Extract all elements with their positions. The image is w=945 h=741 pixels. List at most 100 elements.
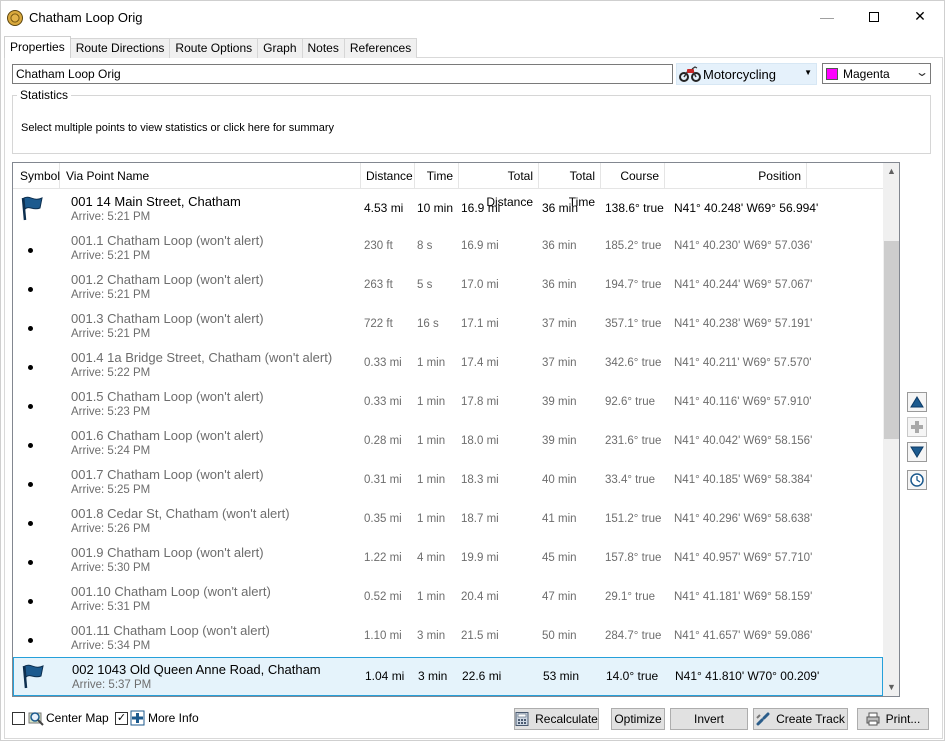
table-row[interactable]: 002 1043 Old Queen Anne Road, Chatham Arr… (13, 657, 883, 696)
color-label: Magenta (843, 66, 890, 81)
create-track-label: Create Track (776, 712, 845, 726)
motorcycle-icon (679, 66, 701, 82)
tab-references[interactable]: References (343, 38, 418, 58)
tab-route-options[interactable]: Route Options (169, 38, 259, 58)
tab-route-directions[interactable]: Route Directions (69, 38, 171, 58)
via-point-dot-icon (28, 638, 33, 643)
tab-properties[interactable]: Properties (4, 36, 71, 58)
column-header-symbol[interactable]: Symbol (13, 163, 60, 189)
print-button[interactable]: Print... (857, 708, 929, 730)
cell-time: 4 min (417, 552, 446, 564)
table-row[interactable]: 001.6 Chatham Loop (won't alert) Arrive: … (13, 424, 883, 463)
cell-position: N41° 41.657' W69° 59.086' (674, 630, 813, 642)
via-point-name: 001.7 Chatham Loop (won't alert) (71, 467, 264, 482)
cell-time: 3 min (417, 630, 446, 642)
column-header-name[interactable]: Via Point Name (60, 163, 361, 189)
column-header-distance[interactable]: Distance (361, 163, 415, 189)
scroll-up-icon[interactable]: ▲ (883, 163, 899, 180)
create-track-button[interactable]: Create Track (753, 708, 848, 730)
cell-time: 8 s (417, 240, 433, 252)
center-map-checkbox[interactable] (12, 712, 25, 725)
printer-icon (866, 712, 880, 726)
recalculate-button[interactable]: Recalculate (514, 708, 599, 730)
via-point-name: 001.3 Chatham Loop (won't alert) (71, 311, 264, 326)
add-icon (911, 421, 923, 433)
cell-course: 157.8° true (605, 552, 662, 564)
window-title: Chatham Loop Orig (29, 10, 143, 25)
invert-label: Invert (693, 712, 724, 726)
time-button[interactable] (907, 470, 927, 490)
close-button[interactable]: ✕ (897, 1, 943, 32)
add-button[interactable] (907, 417, 927, 437)
table-row[interactable]: 001.3 Chatham Loop (won't alert) Arrive: … (13, 307, 883, 346)
arrive-time: Arrive: 5:23 PM (71, 406, 151, 418)
cell-distance: 230 ft (364, 240, 393, 252)
arrive-time: Arrive: 5:21 PM (71, 211, 151, 223)
via-point-dot-icon (28, 599, 33, 604)
via-point-dot-icon (28, 248, 33, 253)
cell-time: 1 min (417, 513, 446, 525)
cell-time: 5 s (417, 279, 433, 291)
arrive-time: Arrive: 5:21 PM (71, 250, 151, 262)
table-row[interactable]: 001.7 Chatham Loop (won't alert) Arrive: … (13, 463, 883, 502)
column-header-total-distance[interactable]: Total Distance (459, 163, 539, 209)
column-header-position[interactable]: Position (665, 163, 807, 189)
cell-total-distance: 16.9 mi (461, 240, 499, 252)
cell-distance: 263 ft (364, 279, 393, 291)
clock-icon (910, 473, 924, 487)
scroll-down-icon[interactable]: ▼ (883, 679, 899, 696)
cell-course: 29.1° true (605, 591, 655, 603)
statistics-summary-link[interactable]: Select multiple points to view statistic… (21, 122, 334, 134)
cell-course: 33.4° true (605, 474, 655, 486)
table-row[interactable]: 001 14 Main Street, Chatham Arrive: 5:21 … (13, 190, 883, 229)
table-row[interactable]: 001.2 Chatham Loop (won't alert) Arrive: … (13, 268, 883, 307)
via-point-dot-icon (28, 443, 33, 448)
cell-total-time: 41 min (542, 513, 577, 525)
color-select[interactable]: Magenta ⌄ (822, 63, 931, 84)
print-label: Print... (885, 712, 921, 726)
cell-course: 138.6° true (605, 201, 664, 215)
cell-distance: 0.31 mi (364, 474, 402, 486)
tab-notes[interactable]: Notes (301, 38, 345, 58)
cell-total-distance: 21.5 mi (461, 630, 499, 642)
cell-time: 1 min (417, 435, 446, 447)
move-down-button[interactable] (907, 442, 927, 462)
minimize-button[interactable]: — (804, 1, 850, 32)
arrive-time: Arrive: 5:25 PM (71, 484, 151, 496)
via-point-name: 001.8 Cedar St, Chatham (won't alert) (71, 506, 290, 521)
more-info-checkbox[interactable]: ✓ (115, 712, 128, 725)
cell-course: 185.2° true (605, 240, 662, 252)
move-up-button[interactable] (907, 392, 927, 412)
via-point-dot-icon (28, 404, 33, 409)
table-row[interactable]: 001.4 1a Bridge Street, Chatham (won't a… (13, 346, 883, 385)
table-row[interactable]: 001.10 Chatham Loop (won't alert) Arrive:… (13, 580, 883, 619)
column-header-time[interactable]: Time (415, 163, 459, 189)
route-name-input[interactable]: Chatham Loop Orig (12, 64, 673, 84)
more-info-icon (130, 710, 145, 726)
table-row[interactable]: 001.1 Chatham Loop (won't alert) Arrive: … (13, 229, 883, 268)
track-icon (756, 712, 770, 726)
cell-total-distance: 17.1 mi (461, 318, 499, 330)
vertical-scrollbar[interactable]: ▲ ▼ (883, 163, 899, 696)
mode-select[interactable]: Motorcycling ▼ (676, 63, 817, 85)
column-header-course[interactable]: Course (601, 163, 665, 189)
cell-total-distance: 18.7 mi (461, 513, 499, 525)
tab-graph[interactable]: Graph (257, 38, 303, 58)
arrive-time: Arrive: 5:37 PM (72, 679, 152, 691)
column-header-total-time[interactable]: Total Time (539, 163, 601, 209)
maximize-button[interactable] (851, 1, 897, 32)
arrive-time: Arrive: 5:22 PM (71, 367, 151, 379)
table-row[interactable]: 001.11 Chatham Loop (won't alert) Arrive:… (13, 619, 883, 658)
arrive-time: Arrive: 5:26 PM (71, 523, 151, 535)
cell-total-time: 45 min (542, 552, 577, 564)
cell-total-distance: 17.4 mi (461, 357, 499, 369)
table-row[interactable]: 001.5 Chatham Loop (won't alert) Arrive: … (13, 385, 883, 424)
table-row[interactable]: 001.8 Cedar St, Chatham (won't alert) Arr… (13, 502, 883, 541)
scrollbar-thumb[interactable] (884, 241, 899, 439)
tab-strip: Properties Route Directions Route Option… (4, 36, 418, 58)
optimize-label: Optimize (614, 712, 662, 726)
optimize-button[interactable]: Optimize (611, 708, 665, 730)
invert-button[interactable]: Invert (670, 708, 748, 730)
table-row[interactable]: 001.9 Chatham Loop (won't alert) Arrive: … (13, 541, 883, 580)
cell-distance: 0.52 mi (364, 591, 402, 603)
